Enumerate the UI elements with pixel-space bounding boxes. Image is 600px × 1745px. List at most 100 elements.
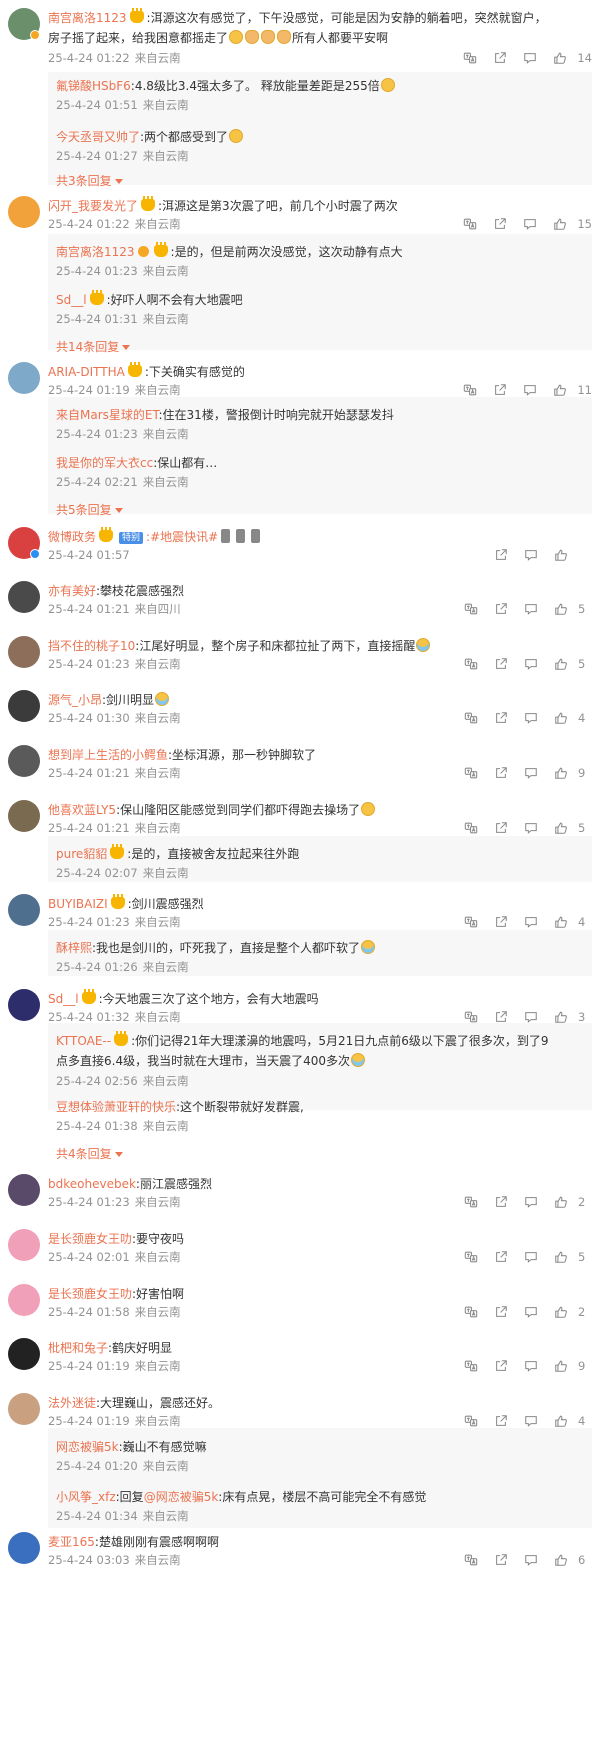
like-icon[interactable]	[546, 1249, 576, 1265]
share-icon[interactable]	[485, 216, 515, 232]
comment-username[interactable]: 法外迷徒	[48, 1396, 96, 1410]
share-icon[interactable]	[486, 656, 516, 672]
comment-icon[interactable]	[516, 656, 546, 672]
more-replies-link[interactable]: 共3条回复	[56, 172, 123, 190]
like-icon[interactable]	[546, 601, 576, 617]
comment-icon[interactable]	[515, 216, 545, 232]
reply-username[interactable]: 今天丞哥又帅了	[56, 130, 140, 144]
comment-username[interactable]: Sd__l	[48, 992, 79, 1006]
comment-username[interactable]: bdkeohevebek	[48, 1177, 136, 1191]
reply-username[interactable]: 小风筝_xfz	[56, 1490, 116, 1504]
share-icon[interactable]	[486, 765, 516, 781]
comment-username[interactable]: 源气_小昂	[48, 693, 102, 707]
reply-username[interactable]: KTTOAE--	[56, 1034, 111, 1048]
reply-username[interactable]: pure貂貂	[56, 847, 107, 861]
comment-username[interactable]: 麦亚165	[48, 1535, 95, 1549]
share-icon[interactable]	[486, 710, 516, 726]
share-icon[interactable]	[486, 1249, 516, 1265]
comment-username[interactable]: 挡不住的桃子10	[48, 639, 135, 653]
like-icon[interactable]	[546, 820, 576, 836]
avatar[interactable]	[8, 745, 40, 777]
like-icon[interactable]	[546, 656, 576, 672]
avatar[interactable]	[8, 1338, 40, 1370]
comment-icon[interactable]	[516, 1358, 546, 1374]
comment-username[interactable]: 南宫离洛1123	[48, 11, 127, 25]
avatar[interactable]	[8, 894, 40, 926]
avatar[interactable]	[8, 362, 40, 394]
translate-icon[interactable]	[455, 382, 485, 398]
comment-icon[interactable]	[516, 765, 546, 781]
comment-icon[interactable]	[516, 820, 546, 836]
like-icon[interactable]	[546, 914, 576, 930]
comment-icon[interactable]	[516, 601, 546, 617]
translate-icon[interactable]	[455, 216, 485, 232]
like-icon[interactable]	[546, 547, 576, 563]
comment-icon[interactable]	[515, 382, 545, 398]
translate-icon[interactable]	[456, 1413, 486, 1429]
comment-icon[interactable]	[516, 1552, 546, 1568]
reply-username[interactable]: 来自Mars星球的ET	[56, 408, 159, 422]
comment-icon[interactable]	[515, 50, 545, 66]
comment-username[interactable]: ARIA-DITTHA	[48, 365, 125, 379]
avatar[interactable]	[8, 1393, 40, 1425]
comment-icon[interactable]	[516, 1249, 546, 1265]
translate-icon[interactable]	[455, 50, 485, 66]
share-icon[interactable]	[485, 50, 515, 66]
translate-icon[interactable]	[456, 820, 486, 836]
like-icon[interactable]	[546, 1358, 576, 1374]
like-icon[interactable]	[546, 710, 576, 726]
like-icon[interactable]	[545, 216, 575, 232]
translate-icon[interactable]	[456, 1358, 486, 1374]
translate-icon[interactable]	[456, 1304, 486, 1320]
reply-username[interactable]: 南宫离洛1123	[56, 245, 135, 259]
comment-username[interactable]: 微博政务	[48, 530, 96, 544]
reply-username[interactable]: Sd__l	[56, 293, 87, 307]
comment-icon[interactable]	[516, 914, 546, 930]
translate-icon[interactable]	[456, 1249, 486, 1265]
comment-username[interactable]: 枇杷和兔子	[48, 1341, 108, 1355]
comment-username[interactable]: 亦有美好	[48, 584, 96, 598]
comment-username[interactable]: 想到岸上生活的小鳄鱼	[48, 748, 168, 762]
avatar[interactable]	[8, 1174, 40, 1206]
more-replies-link[interactable]: 共5条回复	[56, 501, 123, 519]
avatar[interactable]	[8, 581, 40, 613]
avatar[interactable]	[8, 690, 40, 722]
like-icon[interactable]	[546, 765, 576, 781]
share-icon[interactable]	[486, 914, 516, 930]
avatar[interactable]	[8, 196, 40, 228]
reply-mention[interactable]: @网恋被骗5k	[144, 1490, 219, 1504]
reply-username[interactable]: 氟锑酸HSbF6	[56, 79, 131, 93]
share-icon[interactable]	[486, 601, 516, 617]
share-icon[interactable]	[486, 1358, 516, 1374]
avatar[interactable]	[8, 800, 40, 832]
reply-username[interactable]: 豆想体验萧亚轩的快乐	[56, 1100, 176, 1114]
share-icon[interactable]	[486, 1194, 516, 1210]
share-icon[interactable]	[485, 382, 515, 398]
comment-username[interactable]: 是长颈鹿女王叻	[48, 1232, 132, 1246]
like-icon[interactable]	[546, 1194, 576, 1210]
translate-icon[interactable]	[456, 656, 486, 672]
comment-username[interactable]: 闪开_我要发光了	[48, 199, 138, 213]
more-replies-link[interactable]: 共14条回复	[56, 338, 131, 356]
comment-icon[interactable]	[516, 1304, 546, 1320]
translate-icon[interactable]	[456, 601, 486, 617]
comment-icon[interactable]	[516, 1194, 546, 1210]
avatar[interactable]	[8, 1532, 40, 1564]
like-icon[interactable]	[546, 1552, 576, 1568]
like-icon[interactable]	[546, 1304, 576, 1320]
comment-username[interactable]: 是长颈鹿女王叻	[48, 1287, 132, 1301]
comment-icon[interactable]	[516, 710, 546, 726]
avatar[interactable]	[8, 989, 40, 1021]
reply-username[interactable]: 我是你的军大衣cc	[56, 456, 153, 470]
share-icon[interactable]	[486, 820, 516, 836]
translate-icon[interactable]	[456, 765, 486, 781]
comment-icon[interactable]	[516, 1413, 546, 1429]
share-icon[interactable]	[486, 1304, 516, 1320]
more-replies-link[interactable]: 共4条回复	[56, 1145, 123, 1163]
like-icon[interactable]	[545, 382, 575, 398]
avatar[interactable]	[8, 1229, 40, 1261]
avatar[interactable]	[8, 636, 40, 668]
translate-icon[interactable]	[456, 914, 486, 930]
share-icon[interactable]	[486, 547, 516, 563]
avatar[interactable]	[8, 1284, 40, 1316]
